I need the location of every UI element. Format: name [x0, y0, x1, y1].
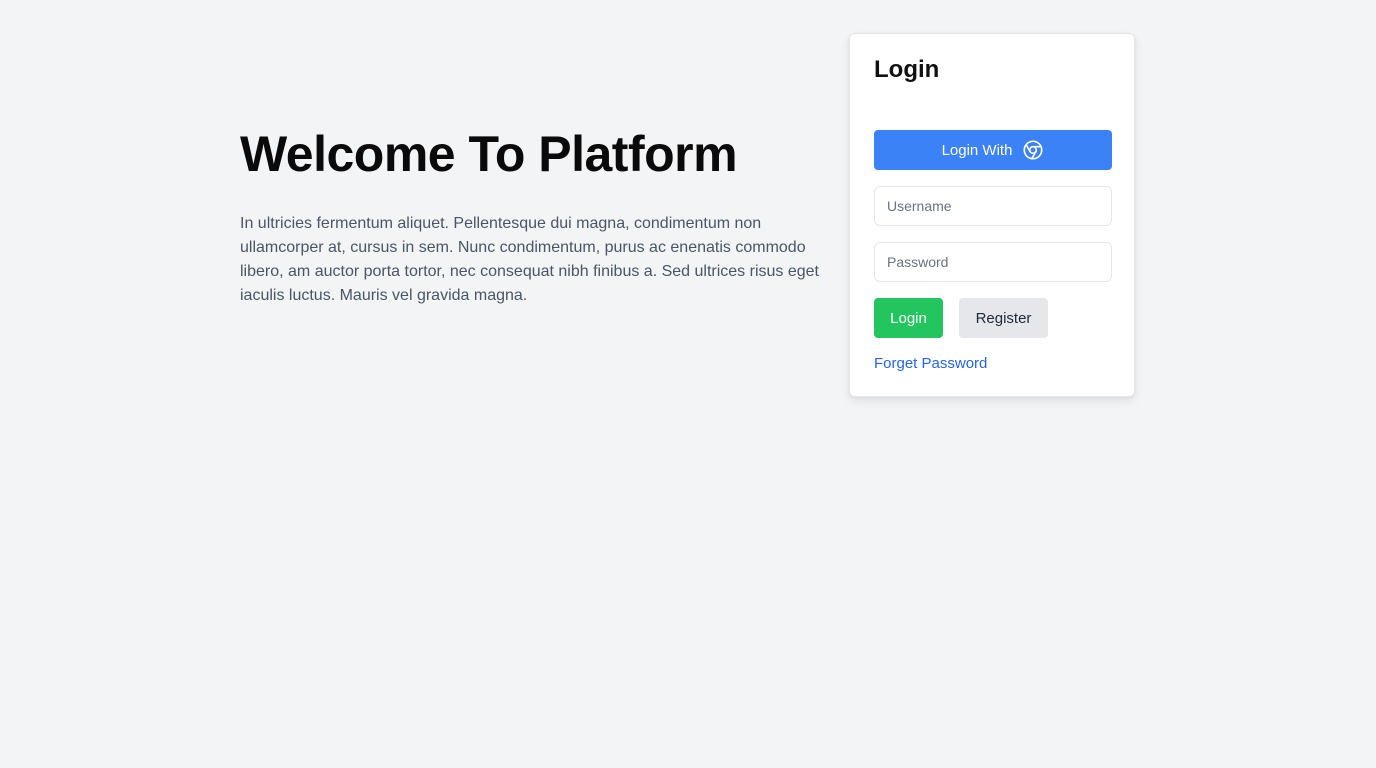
oauth-label: Login With: [941, 141, 1013, 159]
page: Welcome To Platform In ultricies ferment…: [0, 0, 1376, 768]
hero-section: Welcome To Platform In ultricies ferment…: [240, 120, 820, 308]
hero-title: Welcome To Platform: [240, 126, 738, 182]
chrome-icon: [1022, 139, 1044, 161]
forgot-password-link[interactable]: Forget Password: [874, 355, 987, 372]
login-with-google-button[interactable]: Login With: [874, 130, 1112, 170]
login-title: Login: [874, 56, 940, 83]
hero-description: In ultricies fermentum aliquet. Pellente…: [240, 215, 819, 304]
username-input[interactable]: [874, 186, 1112, 226]
login-button[interactable]: Login: [874, 298, 943, 338]
form-actions: Login Register: [874, 298, 1110, 338]
register-button[interactable]: Register: [959, 298, 1048, 338]
login-card: Login Login With Login Register Forget P…: [849, 33, 1135, 397]
password-input[interactable]: [874, 242, 1112, 282]
